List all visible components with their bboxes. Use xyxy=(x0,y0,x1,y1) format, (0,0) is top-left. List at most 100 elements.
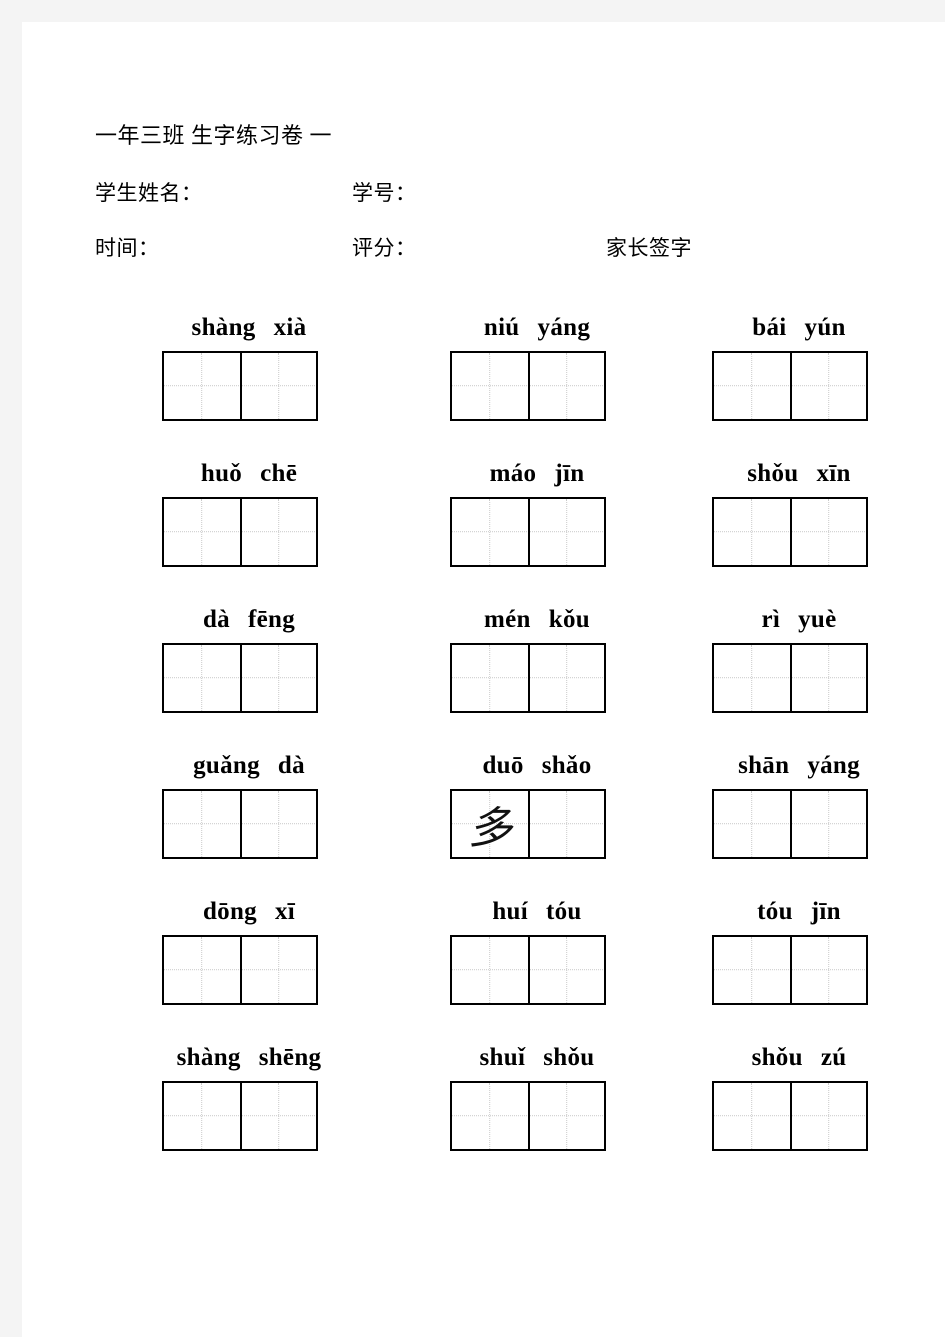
pinyin-prompt: huǒ chē xyxy=(140,457,358,491)
character-cell[interactable] xyxy=(164,645,240,711)
character-cell[interactable] xyxy=(164,1083,240,1149)
character-cell[interactable] xyxy=(452,499,528,565)
pinyin-syllable: huí xyxy=(492,898,528,925)
pinyin-syllable: máo xyxy=(489,460,537,487)
pinyin-syllable: shǒu xyxy=(747,460,799,487)
character-cell[interactable] xyxy=(790,353,866,419)
pinyin-prompt: máo jīn xyxy=(428,457,646,491)
character-cell[interactable] xyxy=(528,499,604,565)
student-name-label: 学生姓名： xyxy=(95,181,203,205)
character-cell[interactable] xyxy=(240,499,316,565)
pinyin-prompt: rì yuè xyxy=(690,603,908,637)
pinyin-syllable: shān xyxy=(738,752,790,779)
character-grid xyxy=(162,643,318,713)
pinyin-syllable: shǎo xyxy=(541,752,592,779)
pinyin-syllable: yún xyxy=(804,314,846,341)
pinyin-syllable: shàng xyxy=(191,314,256,341)
character-cell[interactable] xyxy=(240,791,316,857)
exercise-row: guǎng dà duō shǎo 多 shān yáng xyxy=(22,749,945,895)
pinyin-syllable: yáng xyxy=(537,314,591,341)
pinyin-prompt: huí tóu xyxy=(428,895,646,929)
pinyin-syllable: shàng xyxy=(176,1044,241,1071)
pinyin-prompt: shuǐ shǒu xyxy=(428,1041,646,1075)
pinyin-syllable: mén xyxy=(484,606,531,633)
pinyin-syllable: fēng xyxy=(247,606,296,633)
pinyin-prompt: shān yáng xyxy=(690,749,908,783)
pinyin-syllable: tóu xyxy=(546,898,582,925)
character-cell[interactable] xyxy=(240,353,316,419)
character-grid xyxy=(450,935,606,1005)
character-cell[interactable] xyxy=(790,1083,866,1149)
pinyin-syllable: shēng xyxy=(258,1044,322,1071)
pinyin-prompt: shǒu xīn xyxy=(690,457,908,491)
pinyin-prompt: duō shǎo xyxy=(428,749,646,783)
pinyin-syllable: chē xyxy=(260,460,298,487)
character-cell[interactable] xyxy=(790,791,866,857)
exercise-row: dōng xī huí tóu tóu jīn xyxy=(22,895,945,1041)
pinyin-syllable: xià xyxy=(273,314,307,341)
worksheet-page: 一年三班 生字练习卷 一 学生姓名： 学号： 时间： 评分： 家长签字 shàn… xyxy=(22,22,945,1337)
character-cell[interactable] xyxy=(164,791,240,857)
character-cell[interactable] xyxy=(452,645,528,711)
character-cell[interactable] xyxy=(240,1083,316,1149)
pinyin-syllable: bái xyxy=(752,314,787,341)
pinyin-syllable: rì xyxy=(761,606,781,633)
pinyin-prompt: guǎng dà xyxy=(140,749,358,783)
pinyin-prompt: shàng shēng xyxy=(140,1041,358,1075)
pinyin-syllable: dà xyxy=(202,606,230,633)
pinyin-syllable: duō xyxy=(482,752,524,779)
character-cell[interactable] xyxy=(164,353,240,419)
character-cell[interactable] xyxy=(240,645,316,711)
character-cell[interactable] xyxy=(714,353,790,419)
exercise-row: dà fēng mén kǒu rì yuè xyxy=(22,603,945,749)
character-grid xyxy=(712,643,868,713)
pinyin-prompt: mén kǒu xyxy=(428,603,646,637)
character-grid xyxy=(712,789,868,859)
exercise-row: huǒ chē máo jīn shǒu xīn xyxy=(22,457,945,603)
pinyin-syllable: xīn xyxy=(816,460,851,487)
pinyin-prompt: shǒu zú xyxy=(690,1041,908,1075)
character-cell[interactable] xyxy=(790,937,866,1003)
pinyin-prompt: bái yún xyxy=(690,311,908,345)
pinyin-syllable: shuǐ xyxy=(479,1044,526,1071)
character-cell[interactable] xyxy=(714,1083,790,1149)
exercise-row: shàng xià niú yáng bái yún xyxy=(22,311,945,457)
character-cell[interactable] xyxy=(452,1083,528,1149)
pinyin-prompt: tóu jīn xyxy=(690,895,908,929)
character-cell[interactable] xyxy=(452,353,528,419)
pinyin-syllable: zú xyxy=(820,1044,847,1071)
character-cell[interactable] xyxy=(528,937,604,1003)
character-grid xyxy=(712,497,868,567)
page-title: 一年三班 生字练习卷 一 xyxy=(95,123,333,148)
pinyin-syllable: yáng xyxy=(807,752,860,779)
character-cell[interactable]: 多 xyxy=(452,791,528,857)
character-cell[interactable] xyxy=(790,645,866,711)
student-id-label: 学号： xyxy=(352,181,417,205)
character-grid xyxy=(162,789,318,859)
pinyin-prompt: dà fēng xyxy=(140,603,358,637)
character-cell[interactable] xyxy=(714,937,790,1003)
character-grid xyxy=(712,351,868,421)
character-cell[interactable] xyxy=(528,645,604,711)
character-cell[interactable] xyxy=(790,499,866,565)
character-cell[interactable] xyxy=(528,353,604,419)
character-cell[interactable] xyxy=(164,499,240,565)
character-cell[interactable] xyxy=(164,937,240,1003)
character-cell[interactable] xyxy=(452,937,528,1003)
pinyin-prompt: shàng xià xyxy=(140,311,358,345)
pinyin-syllable: yuè xyxy=(798,606,837,633)
character-grid xyxy=(162,497,318,567)
character-cell[interactable] xyxy=(714,645,790,711)
character-grid xyxy=(450,497,606,567)
character-grid xyxy=(712,1081,868,1151)
character-grid xyxy=(162,351,318,421)
character-cell[interactable] xyxy=(240,937,316,1003)
character-cell[interactable] xyxy=(528,791,604,857)
pinyin-prompt: niú yáng xyxy=(428,311,646,345)
pinyin-prompt: dōng xī xyxy=(140,895,358,929)
character-cell[interactable] xyxy=(528,1083,604,1149)
character-cell[interactable] xyxy=(714,499,790,565)
character-grid xyxy=(450,1081,606,1151)
character-grid xyxy=(450,351,606,421)
character-cell[interactable] xyxy=(714,791,790,857)
